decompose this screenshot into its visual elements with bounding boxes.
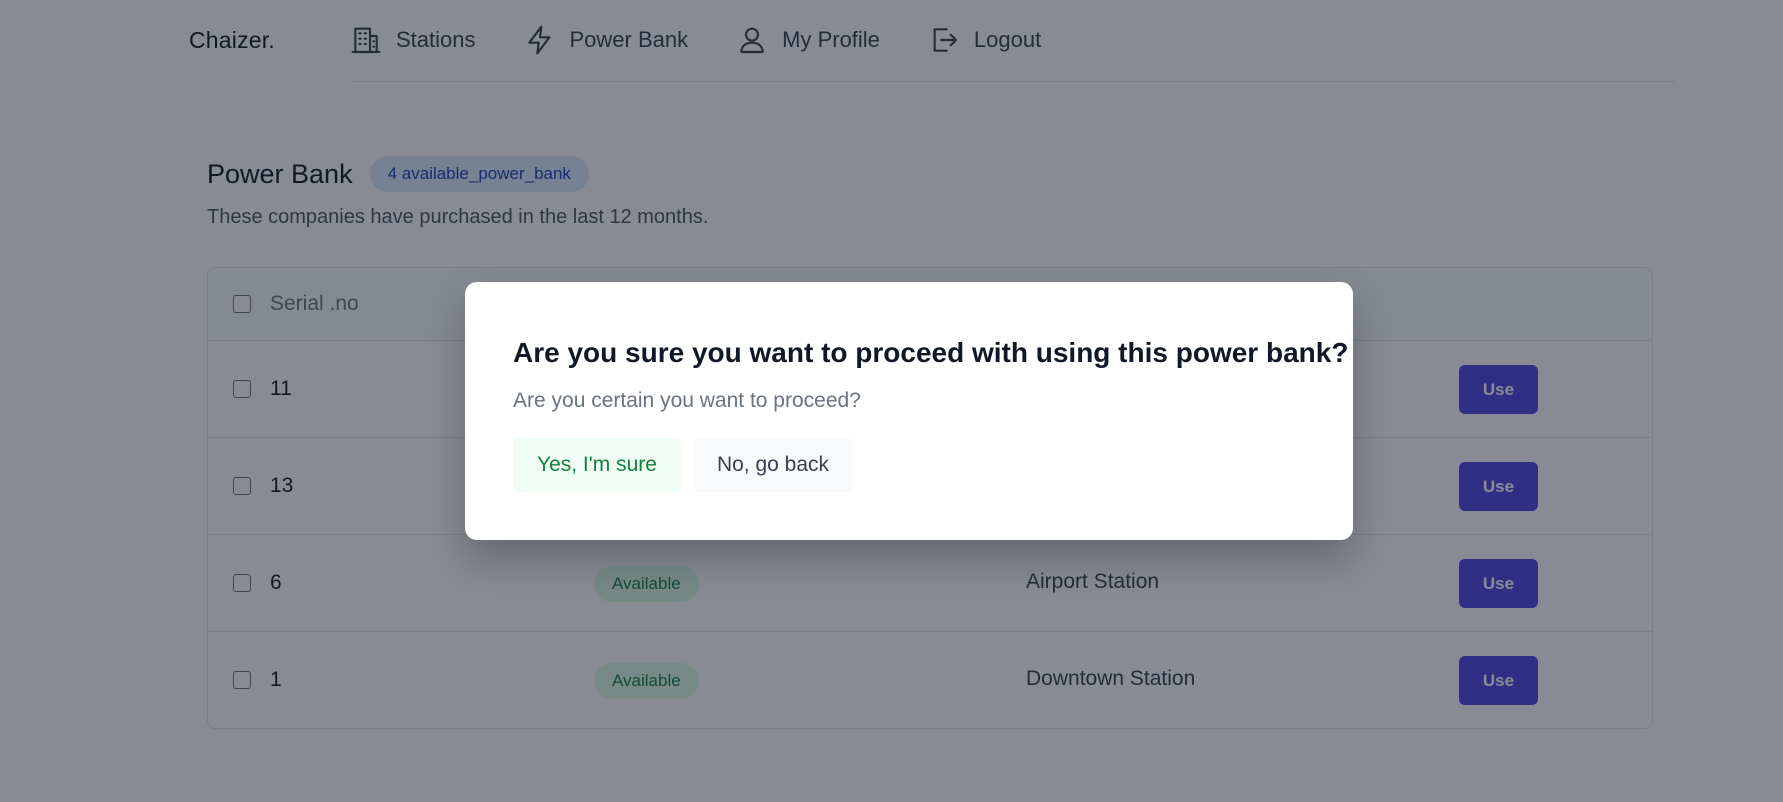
confirm-button[interactable]: Yes, I'm sure [513,438,681,492]
confirm-dialog: Are you sure you want to proceed with us… [465,282,1353,540]
dialog-message: Are you certain you want to proceed? [513,389,861,412]
dialog-title: Are you sure you want to proceed with us… [513,337,1349,368]
cancel-button[interactable]: No, go back [692,438,854,492]
dialog-actions: Yes, I'm sure No, go back [513,438,854,492]
